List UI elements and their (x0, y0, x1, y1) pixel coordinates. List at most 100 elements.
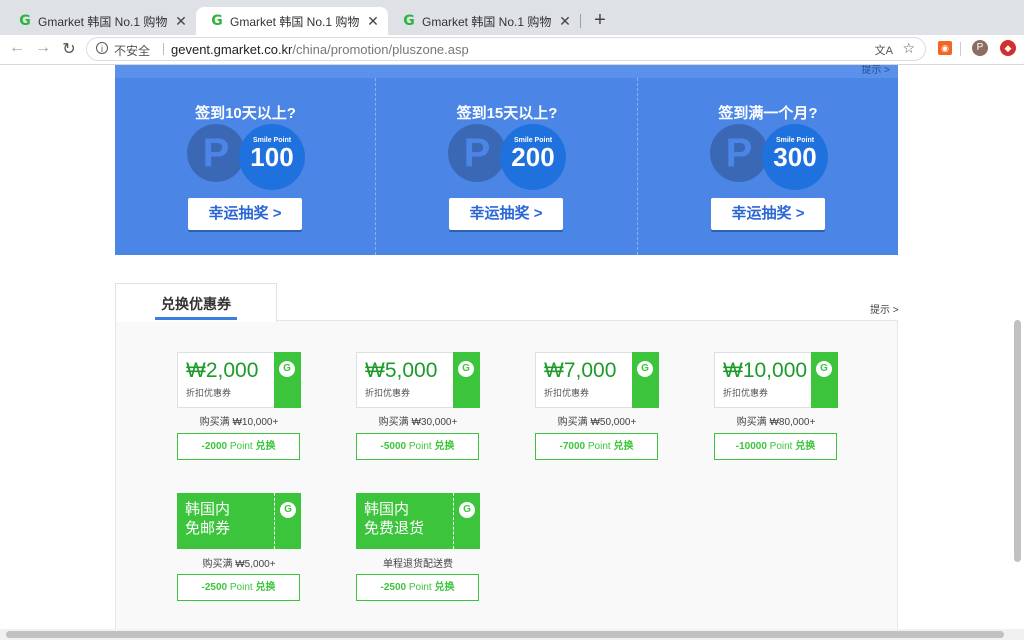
redeem-unit: Point (408, 441, 432, 452)
security-label: 不安全 (114, 44, 151, 58)
panel-question: 签到满一个月? (718, 105, 818, 122)
coupon-card-free-shipping: 韩国内 免邮券 G (177, 493, 301, 549)
lucky-draw-button[interactable]: 幸运抽奖 > (711, 198, 825, 230)
coupon-body: 韩国内 免费退货 (356, 493, 453, 549)
coupon-condition: 购买满 ₩50,000+ (557, 417, 637, 428)
star-icon[interactable]: ☆ (902, 40, 915, 57)
horizontal-scrollbar[interactable] (6, 631, 1004, 638)
browser-tab-1[interactable]: G Gmarket 韩国 No.1 购物网站, 提 ✕ (4, 7, 196, 35)
redeem-unit: Point (229, 441, 253, 452)
browser-toolbar: ← → ↻ i 不安全 gevent.gmarket.co.kr/china/p… (0, 35, 1024, 65)
point-value: 300 (773, 142, 817, 172)
url-text[interactable]: gevent.gmarket.co.kr/china/promotion/plu… (171, 42, 469, 57)
lucky-draw-button[interactable]: 幸运抽奖 > (449, 198, 563, 230)
coupon-stub: G (453, 493, 480, 549)
panel-question: 签到10天以上? (195, 105, 296, 122)
redeem-points: -10000 (735, 441, 767, 452)
redeem-action: 兑换 (613, 441, 634, 452)
checkin-panel-15days: 签到15天以上? P Smile Point 200 幸运抽奖 > (376, 78, 638, 255)
redeem-action: 兑换 (434, 441, 455, 452)
new-tab-button[interactable]: + (590, 9, 610, 32)
translate-icon[interactable]: 文A (875, 42, 893, 58)
checkin-panel-10days: 签到10天以上? P Smile Point 100 幸运抽奖 > (115, 78, 376, 255)
tab-title: Gmarket 韩国 No.1 购物网站, 提 (422, 14, 552, 29)
close-tab-icon[interactable]: ✕ (366, 13, 380, 30)
avatar[interactable]: P (972, 40, 988, 56)
redeem-points: -2000 (201, 441, 228, 452)
coupon-stub: G (811, 352, 838, 408)
coupon-exchange-area: ₩2,000 折扣优惠券 G 购买满 ₩10,000+ -2000 Point … (115, 320, 898, 640)
coupon-amount: 韩国内 免费退货 (364, 501, 425, 537)
checkin-banner: 提示 > 签到10天以上? P Smile Point 100 幸运抽奖 > 签… (115, 65, 898, 255)
coupon-condition: 购买满 ₩5,000+ (202, 559, 276, 570)
coupon-card-free-return: 韩国内 免费退货 G (356, 493, 480, 549)
p-logo-icon: P (710, 124, 768, 182)
coupon-amount: ₩10,000 (723, 359, 808, 382)
p-logo-icon: P (448, 124, 506, 182)
coupon-stub: G (453, 352, 480, 408)
coupon-condition: 购买满 ₩30,000+ (378, 417, 458, 428)
gmarket-g-icon: G (816, 361, 832, 377)
banner-top-strip: 提示 > (115, 65, 898, 78)
tab-underline (155, 317, 237, 320)
close-tab-icon[interactable]: ✕ (558, 13, 572, 30)
tab-separator (580, 14, 581, 28)
redeem-button[interactable]: -7000 Point 兑换 (535, 433, 658, 460)
redeem-points: -2500 (380, 582, 407, 593)
coupon-subtitle: 折扣优惠券 (186, 388, 232, 398)
rss-icon[interactable]: ◉ (938, 41, 952, 55)
redeem-action: 兑换 (255, 582, 276, 593)
back-button[interactable]: ← (8, 39, 26, 57)
redeem-button[interactable]: -2500 Point 兑换 (356, 574, 479, 601)
extension-icon[interactable]: ◆ (1000, 40, 1016, 56)
coupon-hint-link[interactable]: 提示 > (870, 301, 899, 316)
redeem-button[interactable]: -5000 Point 兑换 (356, 433, 479, 460)
browser-tab-3[interactable]: G Gmarket 韩国 No.1 购物网站, 提 ✕ (388, 7, 580, 35)
redeem-button[interactable]: -10000 Point 兑换 (714, 433, 837, 460)
browser-tab-2[interactable]: G Gmarket 韩国 No.1 购物网站, 提 ✕ (196, 7, 388, 35)
reload-button[interactable]: ↻ (60, 39, 78, 59)
banner-hint-link[interactable]: 提示 > (861, 65, 890, 76)
address-divider (163, 43, 164, 55)
gmarket-g-icon: G (280, 502, 296, 518)
redeem-action: 兑换 (434, 582, 455, 593)
info-icon[interactable]: i (96, 42, 108, 54)
tab-label: 兑换优惠券 (161, 296, 231, 312)
tab-coupon-exchange[interactable]: 兑换优惠券 (115, 283, 277, 322)
coupon-amount: ₩7,000 (544, 359, 617, 382)
coupon-subtitle: 折扣优惠券 (723, 388, 769, 398)
coupon-stub: G (274, 493, 301, 549)
gmarket-favicon-icon: G (403, 13, 415, 29)
redeem-button[interactable]: -2000 Point 兑换 (177, 433, 300, 460)
redeem-button[interactable]: -2500 Point 兑换 (177, 574, 300, 601)
gmarket-g-icon: G (637, 361, 653, 377)
coupon-amount: ₩2,000 (186, 359, 259, 382)
redeem-points: -2500 (201, 582, 228, 593)
coupon-body: 韩国内 免邮券 (177, 493, 274, 549)
smile-point-badge: Smile Point 200 (500, 124, 566, 190)
coupon-subtitle: 折扣优惠券 (365, 388, 411, 398)
redeem-action: 兑换 (255, 441, 276, 452)
url-host: gevent.gmarket.co.kr (171, 42, 293, 57)
coupon-card-5000: ₩5,000 折扣优惠券 G (356, 352, 480, 408)
coupon-card-10000: ₩10,000 折扣优惠券 G (714, 352, 838, 408)
coupon-condition: 单程退货配送费 (383, 559, 453, 570)
coupon-condition: 购买满 ₩10,000+ (199, 417, 279, 428)
panel-question: 签到15天以上? (456, 105, 558, 122)
coupon-stub: G (632, 352, 659, 408)
checkin-panel-month: 签到满一个月? P Smile Point 300 幸运抽奖 > (638, 78, 898, 255)
smile-point-badge: Smile Point 100 (239, 124, 305, 190)
tab-strip: G Gmarket 韩国 No.1 购物网站, 提 ✕ G Gmarket 韩国… (0, 0, 1024, 35)
close-tab-icon[interactable]: ✕ (174, 13, 188, 30)
redeem-unit: Point (769, 441, 793, 452)
address-bar[interactable]: i 不安全 gevent.gmarket.co.kr/china/promoti… (86, 37, 926, 61)
lucky-draw-button[interactable]: 幸运抽奖 > (188, 198, 302, 230)
coupon-card-7000: ₩7,000 折扣优惠券 G (535, 352, 659, 408)
vertical-scrollbar[interactable] (1014, 320, 1021, 562)
forward-button[interactable]: → (34, 39, 52, 57)
coupon-card-2000: ₩2,000 折扣优惠券 G (177, 352, 301, 408)
coupon-stub: G (274, 352, 301, 408)
coupon-body: ₩2,000 折扣优惠券 (177, 352, 276, 408)
url-path: /china/promotion/pluszone.asp (292, 42, 469, 57)
smile-point-badge: Smile Point 300 (762, 124, 828, 190)
